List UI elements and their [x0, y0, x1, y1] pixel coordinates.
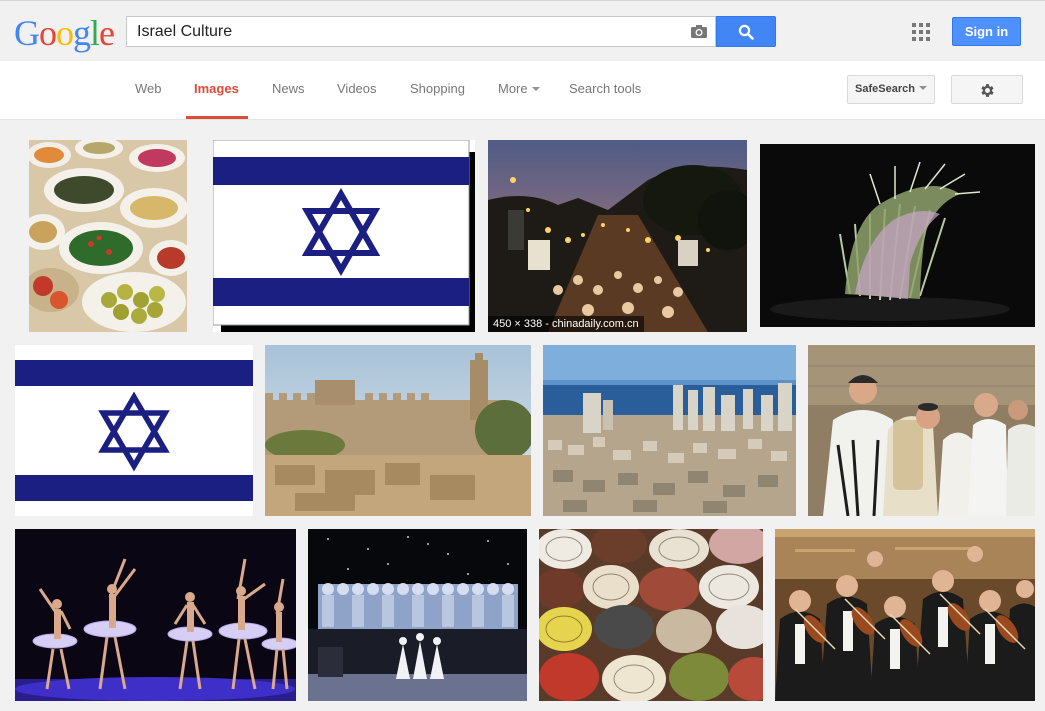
image-result[interactable] [29, 140, 187, 332]
logo-letter: l [90, 13, 100, 53]
nav-bar: Web Images News Videos Shopping More Sea… [0, 61, 1045, 120]
safesearch-label: SafeSearch [855, 83, 915, 95]
dance-sculpture-image [760, 144, 1035, 327]
logo-letter: e [99, 13, 115, 53]
theatre-stage-image [308, 529, 527, 701]
tab-more-label: More [498, 81, 528, 96]
ballet-dancers-image [15, 529, 296, 701]
settings-button[interactable] [951, 75, 1023, 104]
kippah-caps-image [539, 529, 763, 701]
chevron-down-icon [918, 86, 927, 91]
search-box [126, 16, 716, 47]
image-result[interactable]: 450 × 338 - chinadaily.com.cn [488, 140, 747, 332]
apps-grid-icon[interactable] [912, 23, 930, 41]
tab-more[interactable]: More [498, 81, 540, 96]
search-input[interactable] [137, 17, 677, 46]
jerusalem-citadel-image [265, 345, 531, 516]
gear-icon [981, 84, 994, 97]
tab-shopping[interactable]: Shopping [410, 81, 465, 96]
image-result[interactable] [808, 345, 1035, 516]
logo-letter: o [39, 13, 57, 53]
tel-aviv-skyline-image [543, 345, 796, 516]
logo-letter: o [56, 13, 74, 53]
image-result[interactable] [775, 529, 1035, 701]
chevron-down-icon [531, 86, 540, 91]
image-result[interactable] [760, 144, 1035, 327]
israel-flag-image [15, 345, 253, 516]
tab-search-tools[interactable]: Search tools [569, 81, 641, 96]
image-result[interactable] [213, 140, 475, 332]
tab-web[interactable]: Web [135, 81, 162, 96]
prayer-shawl-celebration-image [808, 345, 1035, 516]
orchestra-image [775, 529, 1035, 701]
camera-icon[interactable] [691, 24, 707, 38]
image-result[interactable] [15, 529, 296, 701]
tab-news[interactable]: News [272, 81, 305, 96]
image-result[interactable] [308, 529, 527, 701]
logo-letter: g [73, 13, 91, 53]
logo-letter: G [14, 13, 40, 53]
israel-flag-image [213, 140, 475, 332]
food-platters-image [29, 140, 187, 332]
search-button[interactable] [716, 16, 776, 47]
image-result[interactable] [539, 529, 763, 701]
image-caption: 450 × 338 - chinadaily.com.cn [488, 316, 644, 332]
image-result[interactable] [543, 345, 796, 516]
tab-images[interactable]: Images [194, 81, 239, 96]
tab-videos[interactable]: Videos [337, 81, 377, 96]
image-result[interactable] [15, 345, 253, 516]
night-street-festival-image [488, 140, 747, 332]
google-logo[interactable]: Google [14, 13, 115, 53]
sign-in-button[interactable]: Sign in [952, 17, 1021, 46]
search-icon [738, 24, 754, 40]
safesearch-button[interactable]: SafeSearch [847, 75, 935, 104]
image-result[interactable] [265, 345, 531, 516]
active-tab-indicator [186, 116, 248, 119]
top-bar: Google Sign in [0, 0, 1045, 61]
